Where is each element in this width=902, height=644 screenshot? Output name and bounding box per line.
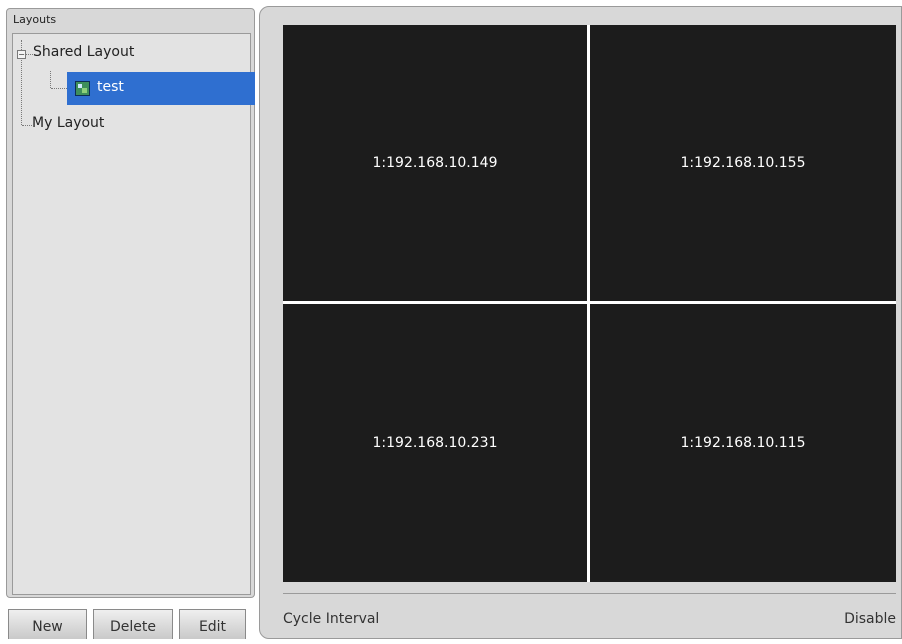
video-cell[interactable]: 1:192.168.10.231 [283,304,587,582]
video-cell-label: 1:192.168.10.231 [372,435,498,451]
layouts-panel-title: Layouts [13,13,57,26]
collapse-toggle-icon[interactable]: − [17,50,26,59]
cycle-interval-label: Cycle Interval [283,611,380,627]
cycle-interval-value[interactable]: Disable [844,611,896,627]
video-grid: 1:192.168.10.149 1:192.168.10.155 1:192.… [283,25,896,582]
tree-line [21,60,22,125]
layout-icon [75,81,90,96]
video-cell[interactable]: 1:192.168.10.115 [590,304,896,582]
layout-tree[interactable]: − Shared Layout test My Layout [12,33,255,595]
tree-item-test-label: test [97,79,124,95]
tree-item-shared-layout[interactable]: Shared Layout [33,44,134,60]
tree-item-test[interactable]: test [67,72,255,105]
video-cell-label: 1:192.168.10.149 [372,155,498,171]
tree-line [26,54,33,55]
video-cell[interactable]: 1:192.168.10.155 [590,25,896,301]
edit-button[interactable]: Edit [179,609,246,639]
tree-line [21,40,22,50]
video-cell[interactable]: 1:192.168.10.149 [283,25,587,301]
video-cell-label: 1:192.168.10.155 [680,155,806,171]
layouts-panel: Layouts − Shared Layout test My Layout [6,8,255,598]
video-cell-label: 1:192.168.10.115 [680,435,806,451]
tree-line [50,71,51,88]
new-button[interactable]: New [8,609,87,639]
delete-button[interactable]: Delete [93,609,173,639]
tree-line [51,88,67,89]
tree-item-my-layout[interactable]: My Layout [32,115,104,131]
tree-line [22,125,32,126]
separator [283,593,896,594]
